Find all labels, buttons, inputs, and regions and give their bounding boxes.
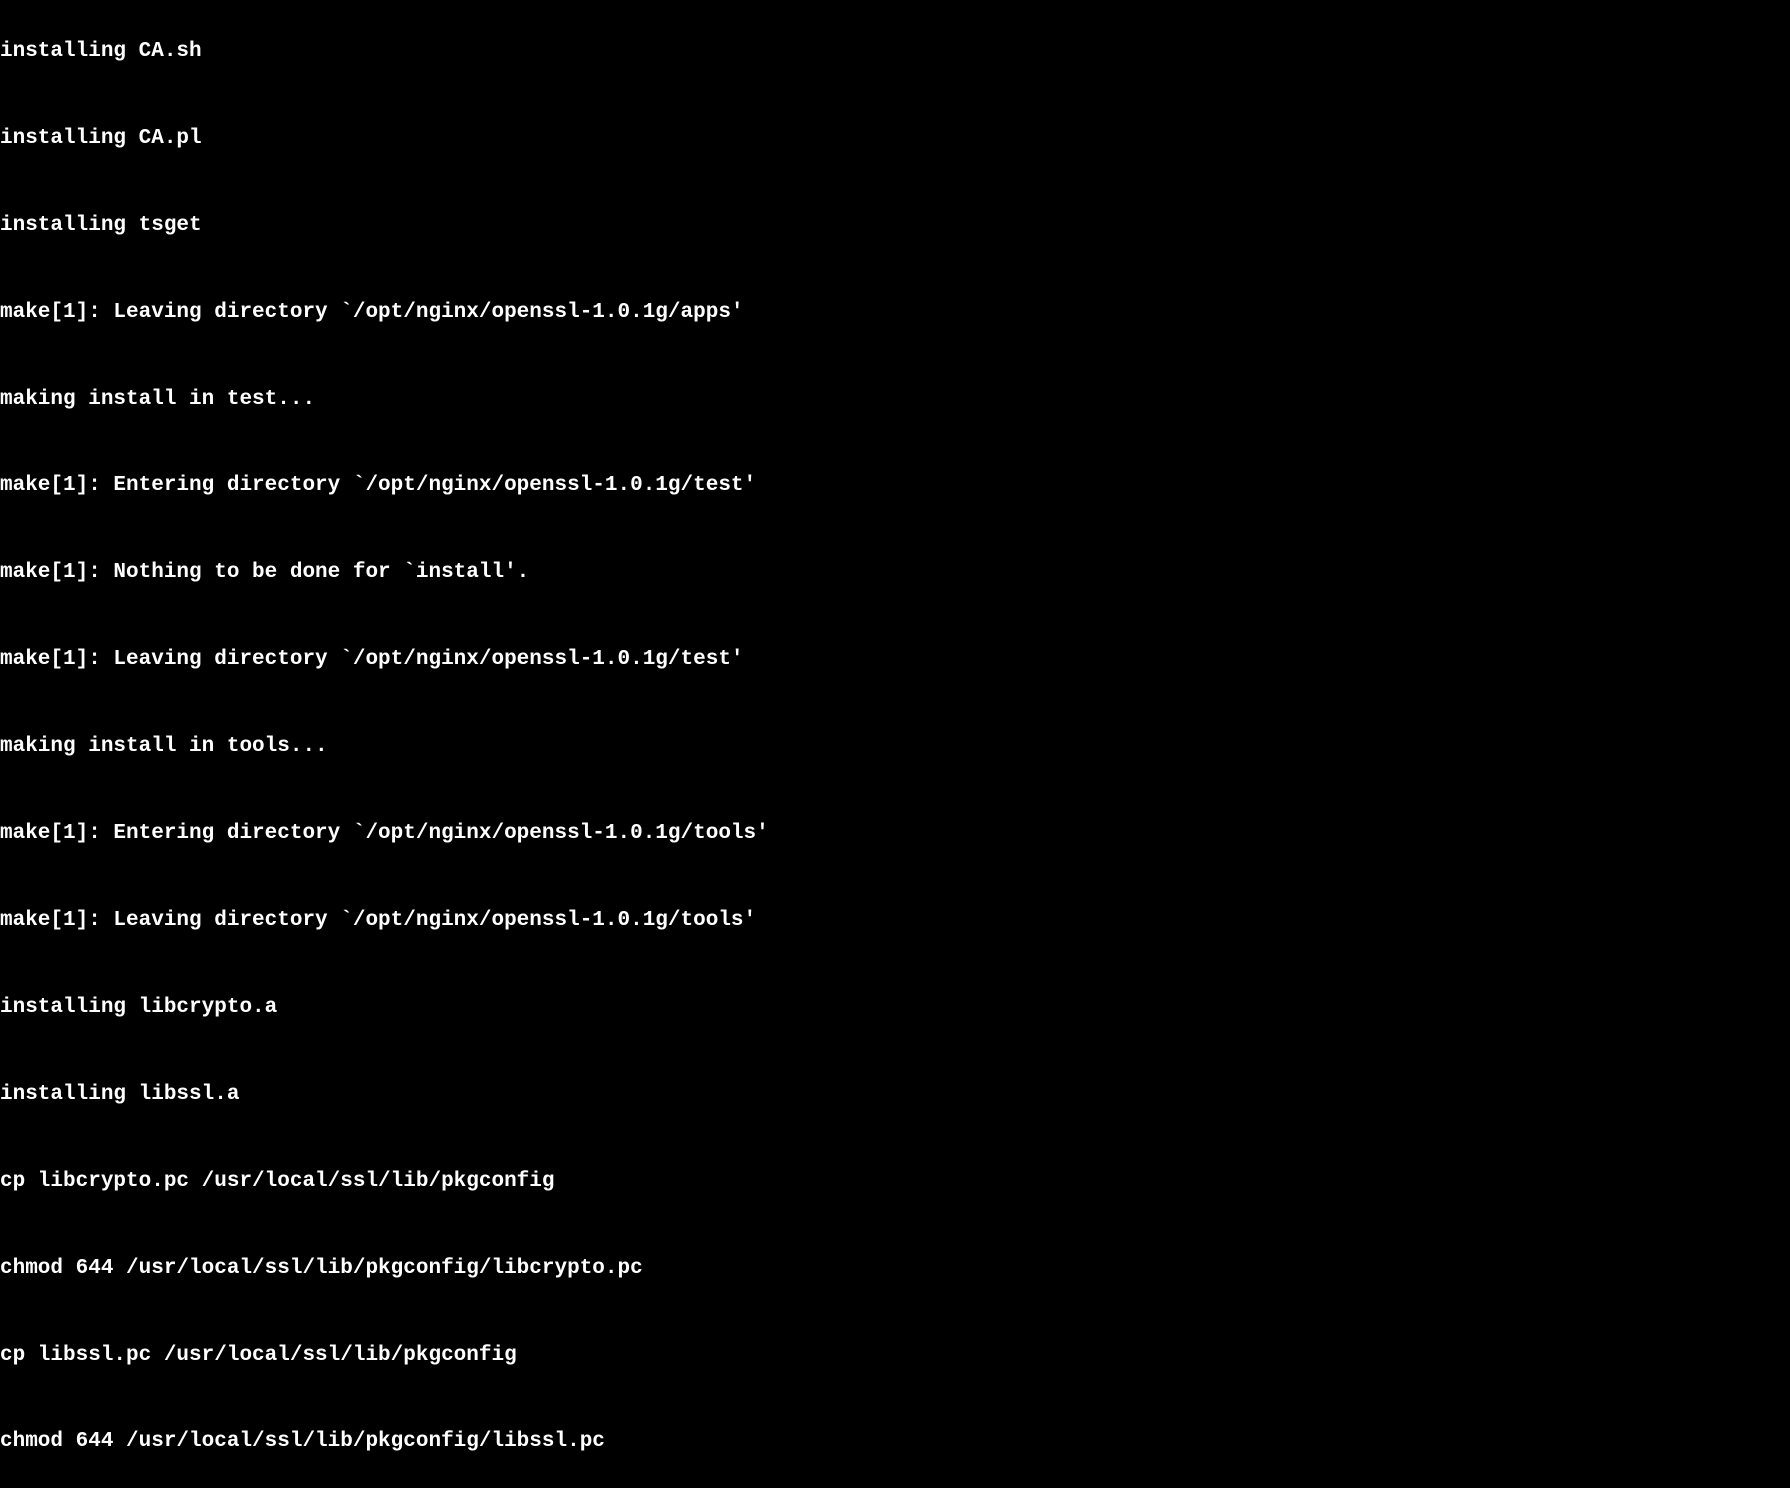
- output-line: installing libcrypto.a: [0, 994, 1790, 1023]
- output-line: make[1]: Leaving directory `/opt/nginx/o…: [0, 907, 1790, 936]
- output-line: making install in tools...: [0, 733, 1790, 762]
- output-line: make[1]: Nothing to be done for `install…: [0, 559, 1790, 588]
- output-line: cp libssl.pc /usr/local/ssl/lib/pkgconfi…: [0, 1342, 1790, 1371]
- output-line: make[1]: Leaving directory `/opt/nginx/o…: [0, 646, 1790, 675]
- output-line: make[1]: Entering directory `/opt/nginx/…: [0, 820, 1790, 849]
- output-line: installing CA.sh: [0, 38, 1790, 67]
- output-line: making install in test...: [0, 386, 1790, 415]
- terminal-window[interactable]: installing CA.sh installing CA.pl instal…: [0, 0, 1790, 1488]
- output-line: installing libssl.a: [0, 1081, 1790, 1110]
- output-line: installing CA.pl: [0, 125, 1790, 154]
- output-line: cp libcrypto.pc /usr/local/ssl/lib/pkgco…: [0, 1168, 1790, 1197]
- output-line: make[1]: Entering directory `/opt/nginx/…: [0, 472, 1790, 501]
- output-line: make[1]: Leaving directory `/opt/nginx/o…: [0, 299, 1790, 328]
- output-line: installing tsget: [0, 212, 1790, 241]
- output-line: chmod 644 /usr/local/ssl/lib/pkgconfig/l…: [0, 1428, 1790, 1457]
- output-line: chmod 644 /usr/local/ssl/lib/pkgconfig/l…: [0, 1255, 1790, 1284]
